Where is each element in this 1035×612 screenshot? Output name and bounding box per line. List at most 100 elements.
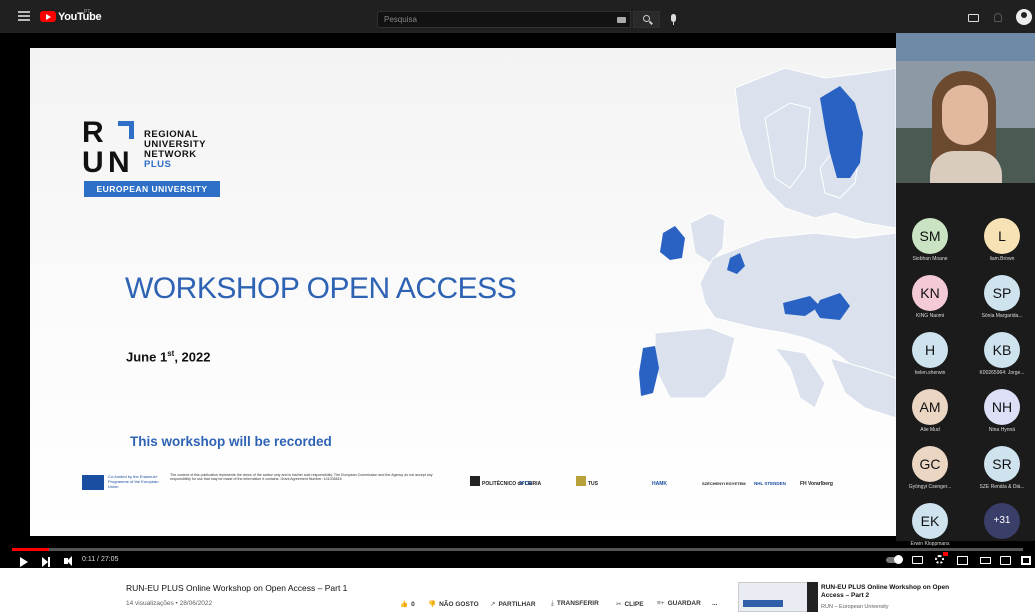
notifications-bell-icon[interactable] (994, 13, 1002, 22)
run-logo-plus: PLUS (144, 159, 172, 170)
funding-text: Co-funded by the Erasmus+ Programme of t… (108, 474, 159, 489)
account-avatar-icon[interactable] (1016, 9, 1032, 25)
dislike-button[interactable]: 👎 NÃO GOSTO (428, 600, 479, 608)
participant-tile: EK Erwin Kloppmans (899, 503, 961, 561)
participant-tile: SR SZE Renáta & Diá... (971, 446, 1033, 504)
participant-tile: KN KING Naomi (899, 275, 961, 333)
video-meta: 14 visualizações • 28/06/2022 (126, 600, 213, 607)
partner-nhl-stenden: NHL STENDEN (754, 481, 786, 486)
autoplay-toggle[interactable] (886, 555, 903, 564)
run-logo-letter-n: N (108, 146, 130, 179)
slide-date: June 1st, 2022 (126, 349, 210, 364)
participant-name: Nina Hynnä (988, 427, 1016, 433)
theater-mode-icon[interactable] (980, 557, 991, 564)
search-button[interactable] (633, 11, 660, 28)
search-placeholder: Pesquisa (384, 15, 417, 24)
participant-tile: +31 (971, 503, 1033, 561)
create-video-icon[interactable] (968, 14, 979, 22)
gear-icon[interactable] (935, 555, 944, 564)
cast-icon[interactable] (1000, 556, 1011, 565)
participant-avatar: +31 (984, 503, 1020, 539)
download-label: TRANSFERIR (556, 600, 599, 607)
participant-avatar: AM (912, 389, 948, 425)
run-logo-letter-r: R (82, 116, 104, 149)
video-title: RUN-EU PLUS Online Workshop on Open Acce… (126, 583, 348, 593)
search-input[interactable]: Pesquisa (377, 11, 631, 28)
participant-tile: SM Siobhan Moane (899, 218, 961, 276)
partner-szechenyi: SZÉCHENYI EGYETEM (702, 481, 746, 486)
next-icon[interactable] (42, 557, 50, 567)
miniplayer-icon[interactable] (957, 556, 968, 565)
recommended-title[interactable]: RUN-EU PLUS Online Workshop on Open Acce… (821, 584, 961, 601)
speaker-face (942, 85, 988, 145)
participant-avatar: KB (984, 332, 1020, 368)
partner-ipca: IPCA (520, 481, 532, 487)
slide-title: WORKSHOP OPEN ACCESS (125, 272, 517, 305)
hamburger-menu-icon[interactable] (18, 11, 30, 21)
download-button[interactable]: ⤓ TRANSFERIR (551, 600, 599, 608)
participant-tile: Lliam.Brown (971, 218, 1033, 276)
share-label: PARTILHAR (498, 601, 536, 608)
youtube-logo-text[interactable]: YouTube (58, 11, 102, 23)
thumbnail-title-bar (743, 600, 783, 607)
map-ireland (660, 226, 685, 260)
participant-name: helen.sherwin (914, 370, 946, 376)
progress-bar-played (12, 548, 49, 551)
participant-name: SZE Renáta & Diá... (979, 484, 1025, 490)
speaker-video (896, 33, 1035, 183)
recommended-channel[interactable]: RUN – European University (821, 604, 889, 610)
partner-fh-vorarlberg: FH Vorarlberg (800, 481, 833, 487)
eu-flag-icon (82, 475, 104, 490)
participant-name: K00265964: Jorge... (979, 370, 1025, 376)
participant-name: liam.Brown (989, 256, 1015, 262)
participant-avatar: SM (912, 218, 948, 254)
more-actions-button[interactable]: ... (712, 600, 717, 607)
participant-avatar: L (984, 218, 1020, 254)
participant-avatar: GC (912, 446, 948, 482)
share-button[interactable]: ↗ PARTILHAR (490, 600, 536, 608)
tus-logo-icon (576, 476, 586, 486)
participant-name: KING Naomi (915, 313, 945, 319)
share-icon: ↗ (490, 601, 496, 608)
participant-avatar: H (912, 332, 948, 368)
europe-map (639, 67, 896, 419)
clip-label: CLIPE (624, 601, 644, 608)
participants-panel: SM Siobhan Moane Lliam.Brown KN KING Naomi SP… (896, 33, 1035, 547)
subtitles-icon[interactable] (912, 556, 923, 564)
participant-name: Sónia Margarida... (981, 313, 1023, 319)
participant-tile: SP Sónia Margarida... (971, 275, 1033, 333)
recommended-thumbnail[interactable] (738, 582, 808, 612)
masthead: YouTube PT Pesquisa (0, 0, 1035, 33)
partner-politecnico: POLITÉCNICO de LEIRIA (482, 481, 542, 487)
participant-tile: Hhelen.sherwin (899, 332, 961, 390)
participant-name: Gyöngyi Csenger... (908, 484, 952, 490)
participant-avatar: SR (984, 446, 1020, 482)
presentation-slide: R U N REGIONAL UNIVERSITY NETWORK PLUS E… (30, 48, 896, 536)
time-display: 0:11 / 27:05 (82, 556, 119, 563)
volume-icon[interactable] (64, 556, 72, 566)
run-logo-letter-u: U (82, 146, 104, 179)
like-button[interactable]: 👍 0 (400, 600, 415, 608)
recorded-notice: This workshop will be recorded (130, 434, 332, 449)
below-player: RUN-EU PLUS Online Workshop on Open Acce… (0, 568, 1035, 612)
save-button[interactable]: ≡+ GUARDAR (657, 600, 701, 607)
keyboard-icon[interactable] (617, 17, 626, 23)
scissors-icon: ✂ (616, 601, 622, 608)
partner-hamk: HAMK (652, 481, 667, 487)
play-icon[interactable] (20, 557, 28, 567)
clip-button[interactable]: ✂ CLIPE (616, 600, 644, 608)
participant-tile: NH Nina Hynnä (971, 389, 1033, 447)
participant-name: Siobhan Moane (912, 256, 948, 262)
european-university-band: EUROPEAN UNIVERSITY (84, 181, 220, 197)
region-code: PT (84, 9, 91, 15)
fullscreen-icon[interactable] (1021, 556, 1031, 565)
youtube-logo-icon[interactable] (40, 11, 56, 22)
progress-bar[interactable] (12, 548, 1023, 551)
video-player[interactable]: R U N REGIONAL UNIVERSITY NETWORK PLUS E… (0, 33, 1035, 568)
participant-avatar: NH (984, 389, 1020, 425)
participant-tile: KB K00265964: Jorge... (971, 332, 1033, 390)
participant-tile: GC Gyöngyi Csenger... (899, 446, 961, 504)
like-count: 0 (411, 601, 415, 608)
speaker-body (930, 151, 1002, 183)
microphone-icon[interactable] (671, 14, 676, 25)
